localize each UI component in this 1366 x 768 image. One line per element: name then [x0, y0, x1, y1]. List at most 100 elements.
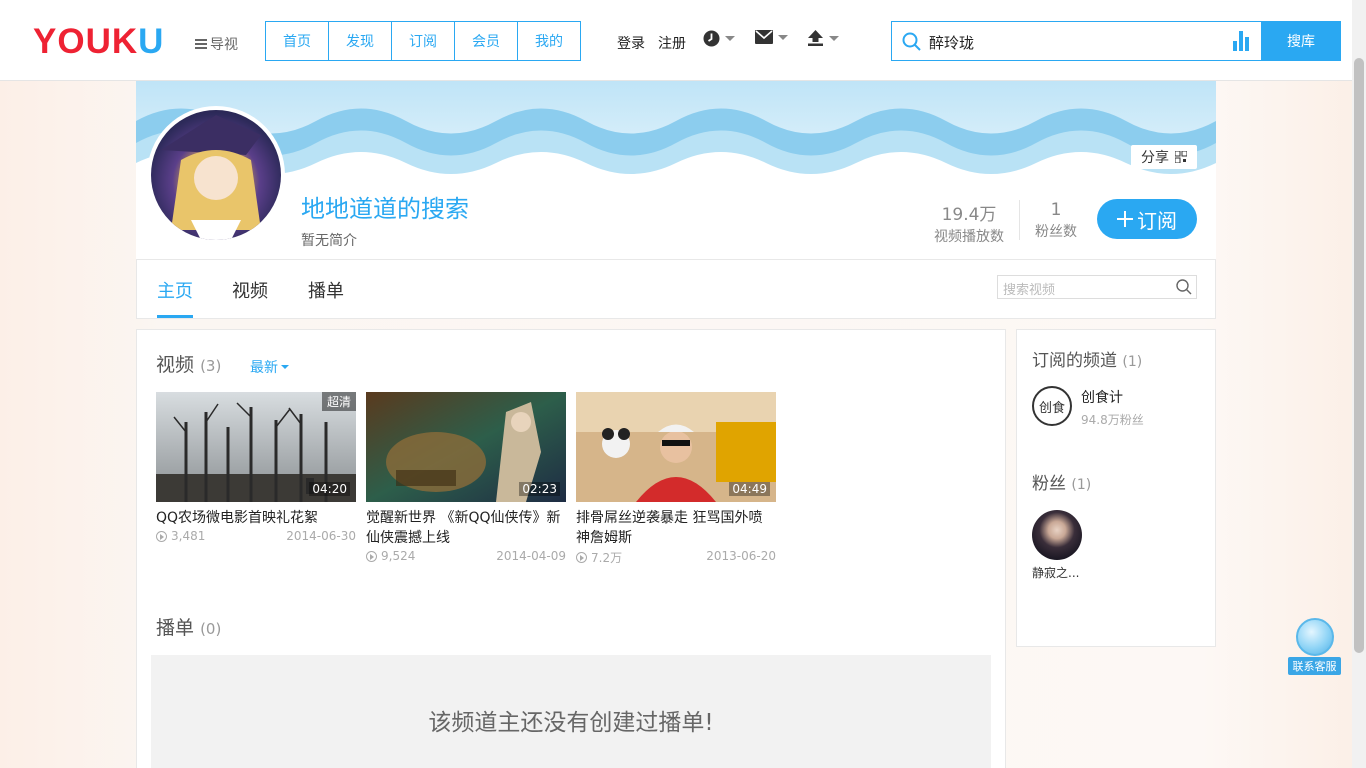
- customer-service-label: 联系客服: [1288, 657, 1341, 675]
- logo-text-u: U: [138, 22, 165, 61]
- wave-banner-art: [136, 81, 1216, 181]
- tab-home[interactable]: 主页: [157, 277, 193, 303]
- video-thumbnail[interactable]: 02:23: [366, 392, 566, 502]
- history-menu[interactable]: [703, 30, 735, 47]
- video-duration: 02:23: [519, 482, 560, 496]
- subscribed-heading: 订阅的频道 (1): [1032, 346, 1142, 371]
- play-count-icon: [576, 552, 587, 563]
- video-title[interactable]: 排骨屌丝逆袭暴走 狂骂国外喷神詹姆斯: [576, 508, 776, 548]
- video-date: 2014-04-09: [496, 549, 566, 563]
- share-button[interactable]: 分享: [1131, 145, 1197, 169]
- video-card[interactable]: 02:23 觉醒新世界 《新QQ仙侠传》新仙侠震撼上线 9,524 2014-0…: [366, 392, 566, 563]
- video-title[interactable]: QQ农场微电影首映礼花絮: [156, 508, 356, 528]
- tab-videos[interactable]: 视频: [232, 277, 268, 303]
- youku-logo[interactable]: YOU K U: [33, 22, 165, 61]
- fan-avatar[interactable]: [1032, 510, 1082, 560]
- stat-label: 视频播放数: [934, 229, 1004, 245]
- playlists-empty: 该频道主还没有创建过播单!: [151, 655, 991, 768]
- video-plays: 9,524: [381, 549, 416, 563]
- stat-video-plays: 19.4万 视频播放数: [933, 200, 1005, 246]
- video-thumbnail[interactable]: 04:49: [576, 392, 776, 502]
- scrollbar-thumb[interactable]: [1354, 58, 1364, 653]
- video-meta: 7.2万 2013-06-20: [576, 549, 776, 566]
- search-icon[interactable]: [1176, 279, 1192, 295]
- chevron-down-icon: [778, 34, 788, 40]
- video-search-input[interactable]: 搜索视频: [1003, 279, 1055, 298]
- chevron-down-icon: [829, 35, 839, 41]
- channel-avatar[interactable]: [147, 106, 285, 244]
- video-meta: 9,524 2014-04-09: [366, 549, 566, 563]
- scrollbar[interactable]: [1352, 0, 1366, 768]
- top-header: YOU K U 导视 首页 发现 订阅 会员 我的 登录 注册 醉玲珑 搜库: [0, 0, 1352, 81]
- hd-badge: 超清: [321, 392, 356, 411]
- stat-divider: [1019, 200, 1020, 240]
- stat-label: 粉丝数: [1035, 224, 1077, 240]
- logo-text-you: YOU: [33, 22, 112, 61]
- stat-fans: 1 粉丝数: [1030, 200, 1082, 241]
- play-count-icon: [366, 550, 377, 562]
- nav-home[interactable]: 首页: [266, 22, 329, 60]
- subscribed-channel-name[interactable]: 创食计: [1081, 387, 1123, 407]
- plus-icon: [1117, 211, 1133, 227]
- video-meta: 3,481 2014-06-30: [156, 529, 356, 543]
- video-title[interactable]: 觉醒新世界 《新QQ仙侠传》新仙侠震撼上线: [366, 508, 566, 548]
- fans-heading: 粉丝 (1): [1032, 469, 1091, 494]
- chat-bubble-icon: [1296, 618, 1334, 656]
- subscribed-channel-fans: 94.8万粉丝: [1081, 413, 1144, 427]
- chevron-down-icon: [281, 365, 289, 369]
- guide-label: 导视: [210, 37, 238, 53]
- login-link[interactable]: 登录: [617, 33, 645, 53]
- guide-menu[interactable]: 导视: [195, 34, 238, 54]
- mail-icon: [755, 30, 773, 44]
- video-duration: 04:20: [309, 482, 350, 496]
- channel-description: 暂无简介: [301, 233, 357, 249]
- video-card[interactable]: 超清 04:20 QQ农场微电影首映礼花絮 3,481 2014-06-30: [156, 392, 356, 543]
- subscribe-label: 订阅: [1137, 210, 1177, 233]
- subscribed-heading-text: 订阅的频道: [1032, 351, 1117, 371]
- share-label: 分享: [1141, 150, 1169, 166]
- videos-heading-text: 视频: [156, 354, 195, 376]
- playlists-count: (0): [200, 620, 222, 638]
- search-button[interactable]: 搜库: [1261, 21, 1341, 61]
- subscribed-channel-logo[interactable]: 创食: [1032, 386, 1072, 426]
- channel-name[interactable]: 地地道道的搜索: [301, 189, 469, 224]
- video-card[interactable]: 04:49 排骨屌丝逆袭暴走 狂骂国外喷神詹姆斯 7.2万 2013-06-20: [576, 392, 776, 566]
- sidebar: 订阅的频道 (1) 创食 创食计 94.8万粉丝 粉丝 (1) 静寂之...: [1016, 329, 1216, 647]
- qrcode-icon: [1175, 151, 1187, 163]
- fans-heading-text: 粉丝: [1032, 474, 1066, 494]
- upload-menu[interactable]: [807, 30, 839, 46]
- sort-dropdown[interactable]: 最新: [250, 357, 289, 377]
- customer-service-widget[interactable]: 联系客服: [1288, 618, 1341, 676]
- subscribe-button[interactable]: 订阅: [1097, 199, 1197, 239]
- logo-text-k: K: [111, 22, 139, 61]
- video-date: 2014-06-30: [286, 529, 356, 543]
- playlists-heading-text: 播单: [156, 617, 195, 639]
- fans-count: (1): [1071, 477, 1092, 493]
- nav-subscribe[interactable]: 订阅: [392, 22, 455, 60]
- video-thumbnail[interactable]: 超清 04:20: [156, 392, 356, 502]
- message-menu[interactable]: [755, 30, 788, 44]
- stat-value: 1: [1050, 200, 1062, 220]
- video-search[interactable]: 搜索视频: [997, 275, 1197, 299]
- fan-name[interactable]: 静寂之...: [1032, 564, 1079, 581]
- voice-bars-icon[interactable]: [1233, 31, 1249, 51]
- upload-icon: [808, 30, 823, 46]
- menu-icon: [195, 39, 207, 49]
- video-date: 2013-06-20: [706, 549, 776, 563]
- main-nav: 首页 发现 订阅 会员 我的: [265, 21, 581, 61]
- main-content: 视频 (3) 最新 超清 04:20 QQ农场微电影首映礼花絮 3,481 20…: [136, 329, 1006, 768]
- video-duration: 04:49: [729, 482, 770, 496]
- channel-tabs: 主页 视频 播单 搜索视频: [136, 259, 1216, 319]
- search-input[interactable]: 醉玲珑: [929, 32, 974, 53]
- register-link[interactable]: 注册: [658, 33, 686, 53]
- clock-icon: [703, 30, 720, 47]
- nav-vip[interactable]: 会员: [455, 22, 518, 60]
- nav-discover[interactable]: 发现: [329, 22, 392, 60]
- nav-mine[interactable]: 我的: [518, 22, 580, 60]
- stat-value: 19.4万: [941, 205, 997, 225]
- sort-label: 最新: [250, 360, 278, 376]
- avatar-image: [161, 115, 261, 240]
- tab-playlists[interactable]: 播单: [308, 277, 344, 303]
- subscribed-count: (1): [1122, 354, 1143, 370]
- search-icon: [902, 32, 921, 51]
